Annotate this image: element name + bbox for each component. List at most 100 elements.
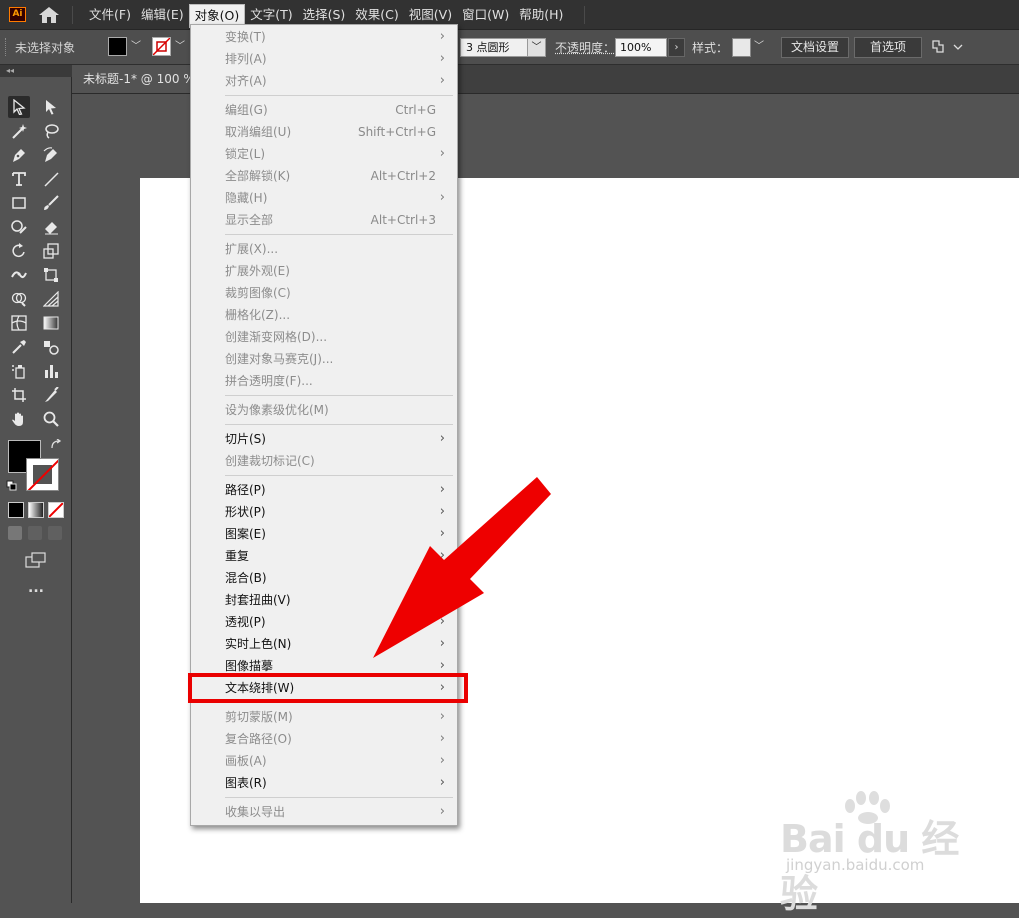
menu-separator [72, 6, 73, 24]
chevron-right-icon[interactable]: › [668, 38, 685, 57]
menu-item[interactable]: 扩展外观(E) [191, 260, 457, 282]
menu-item[interactable]: 收集以导出 › [191, 801, 457, 823]
magic-wand-icon[interactable] [8, 120, 30, 142]
hand-tool-icon[interactable] [8, 408, 30, 430]
menu-separator [225, 797, 453, 798]
menu-item[interactable]: 显示全部 Alt+Ctrl+3 [191, 209, 457, 231]
stroke-profile-select[interactable]: 3 点圆形 ﹀ [460, 38, 546, 57]
menu-item-label: 锁定(L) [225, 147, 266, 161]
draw-inside-icon[interactable] [48, 526, 62, 540]
menu-help[interactable]: 帮助(H) [514, 0, 568, 29]
opacity-input[interactable]: 100% [615, 38, 667, 57]
menu-item-label: 混合(B) [225, 571, 267, 585]
column-graph-tool-icon[interactable] [40, 360, 62, 382]
selection-tool-icon[interactable] [8, 96, 30, 118]
home-icon[interactable] [38, 6, 60, 24]
knife-tool-icon[interactable] [40, 384, 62, 406]
zoom-tool-icon[interactable] [40, 408, 62, 430]
chevron-down-icon[interactable]: ﹀ [175, 39, 187, 55]
menu-item[interactable]: 全部解锁(K) Alt+Ctrl+2 [191, 165, 457, 187]
menu-item[interactable]: 拼合透明度(F)... [191, 370, 457, 392]
highlight-box [188, 673, 468, 703]
gradient-mode-icon[interactable] [28, 502, 44, 518]
menu-item[interactable]: 复合路径(O) › [191, 728, 457, 750]
rectangle-tool-icon[interactable] [8, 192, 30, 214]
menu-item-label: 切片(S) [225, 432, 266, 446]
shaper-tool-icon[interactable] [8, 216, 30, 238]
eraser-tool-icon[interactable] [40, 216, 62, 238]
menu-item[interactable]: 设为像素级优化(M) [191, 399, 457, 421]
menu-item[interactable]: 切片(S) › [191, 428, 457, 450]
gradient-tool-icon[interactable] [40, 312, 62, 334]
chevron-down-icon[interactable]: ﹀ [131, 39, 143, 55]
menu-item[interactable]: 取消编组(U) Shift+Ctrl+G [191, 121, 457, 143]
menu-item-label: 图案(E) [225, 527, 266, 541]
opacity-label[interactable]: 不透明度： [555, 39, 615, 56]
menu-item[interactable]: 画板(A) › [191, 750, 457, 772]
menu-edit[interactable]: 编辑(E) [136, 0, 189, 29]
menu-item[interactable]: 扩展(X)... [191, 238, 457, 260]
rotate-tool-icon[interactable] [8, 240, 30, 262]
preferences-button[interactable]: 首选项 [854, 37, 922, 58]
paintbrush-tool-icon[interactable] [40, 192, 62, 214]
document-tab[interactable]: 未标题-1* @ 100 % [72, 65, 206, 93]
color-mode-icon[interactable] [8, 502, 24, 518]
screen-mode-icon[interactable] [25, 552, 47, 568]
chevron-down-icon[interactable]: ﹀ [527, 39, 545, 56]
menu-item[interactable]: 创建渐变网格(D)... [191, 326, 457, 348]
menu-item[interactable]: 创建对象马赛克(J)... [191, 348, 457, 370]
red-arrow-icon [373, 477, 551, 658]
menu-item[interactable]: 剪切蒙版(M) › [191, 706, 457, 728]
menu-item-label: 排列(A) [225, 52, 267, 66]
menu-item[interactable]: 对齐(A) › [191, 70, 457, 92]
stroke-swatch[interactable] [152, 37, 171, 56]
menu-item[interactable]: 变换(T) › [191, 26, 457, 48]
draw-behind-icon[interactable] [28, 526, 42, 540]
eyedropper-tool-icon[interactable] [8, 336, 30, 358]
document-setup-button[interactable]: 文档设置 [781, 37, 849, 58]
style-swatch[interactable] [732, 38, 751, 57]
menu-separator [225, 395, 453, 396]
arrange-documents-icon[interactable] [930, 38, 964, 56]
menu-item-label: 对齐(A) [225, 74, 267, 88]
menu-item[interactable]: 锁定(L) › [191, 143, 457, 165]
line-segment-tool-icon[interactable] [40, 168, 62, 190]
menu-item[interactable]: 隐藏(H) › [191, 187, 457, 209]
curvature-tool-icon[interactable] [40, 144, 62, 166]
menu-item-shortcut: Ctrl+G [395, 103, 436, 117]
default-colors-icon[interactable] [6, 480, 18, 492]
menu-item[interactable]: 图表(R) › [191, 772, 457, 794]
direct-selection-tool-icon[interactable] [40, 96, 62, 118]
type-tool-icon[interactable] [8, 168, 30, 190]
width-tool-icon[interactable] [8, 264, 30, 286]
menu-item[interactable]: 创建裁切标记(C) [191, 450, 457, 472]
symbol-sprayer-tool-icon[interactable] [8, 360, 30, 382]
grip-handle[interactable] [5, 38, 8, 56]
menu-file[interactable]: 文件(F) [84, 0, 136, 29]
scale-tool-icon[interactable] [40, 240, 62, 262]
swap-colors-icon[interactable] [50, 438, 62, 451]
free-transform-tool-icon[interactable] [40, 264, 62, 286]
stroke-color-swatch[interactable] [26, 458, 59, 491]
artboard-tool-icon[interactable] [8, 384, 30, 406]
more-tools-icon[interactable]: ... [28, 580, 44, 596]
menu-item[interactable]: 编组(G) Ctrl+G [191, 99, 457, 121]
menu-separator [225, 95, 453, 96]
menu-window[interactable]: 窗口(W) [457, 0, 514, 29]
chevron-right-icon: › [439, 29, 445, 44]
menu-item[interactable]: 栅格化(Z)... [191, 304, 457, 326]
pen-tool-icon[interactable] [8, 144, 30, 166]
menu-item[interactable]: 裁剪图像(C) [191, 282, 457, 304]
chevron-down-icon[interactable]: ﹀ [754, 39, 766, 55]
collapse-panel-icon[interactable]: ◂◂ [0, 65, 72, 77]
blend-tool-icon[interactable] [40, 336, 62, 358]
fill-swatch[interactable] [108, 37, 127, 56]
perspective-grid-tool-icon[interactable] [40, 288, 62, 310]
menu-item[interactable]: 排列(A) › [191, 48, 457, 70]
shape-builder-tool-icon[interactable] [8, 288, 30, 310]
mesh-tool-icon[interactable] [8, 312, 30, 334]
none-mode-icon[interactable] [48, 502, 64, 518]
draw-normal-icon[interactable] [8, 526, 22, 540]
chevron-right-icon: › [439, 73, 445, 88]
lasso-tool-icon[interactable] [40, 120, 62, 142]
